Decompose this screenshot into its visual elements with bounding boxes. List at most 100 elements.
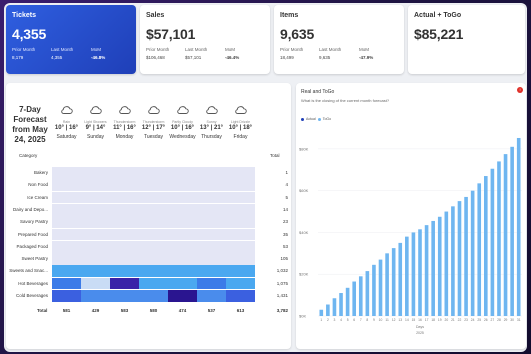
bar-actual-day-10[interactable] xyxy=(378,259,383,316)
heatmap-cell[interactable] xyxy=(110,265,139,278)
heatmap-cell[interactable] xyxy=(139,167,168,179)
heatmap-cell[interactable] xyxy=(110,277,139,290)
heatmap-cell[interactable] xyxy=(110,253,139,265)
heatmap-cell[interactable] xyxy=(81,253,110,265)
heatmap-cell[interactable] xyxy=(226,203,255,216)
heatmap-cell[interactable] xyxy=(81,179,110,192)
heatmap-cell[interactable] xyxy=(52,191,81,204)
heatmap-cell[interactable] xyxy=(52,277,81,290)
heatmap-cell[interactable] xyxy=(197,191,226,204)
bar-actual-day-3[interactable] xyxy=(332,298,337,316)
heatmap-cell[interactable] xyxy=(197,290,226,302)
heatmap-cell[interactable] xyxy=(168,277,197,290)
heatmap-cell[interactable] xyxy=(226,179,255,192)
heatmap-cell[interactable] xyxy=(52,228,81,241)
bar-actual-day-17[interactable] xyxy=(424,225,429,316)
heatmap-cell[interactable] xyxy=(168,191,197,204)
bar-actual-day-22[interactable] xyxy=(457,201,462,316)
heatmap-cell[interactable] xyxy=(81,265,110,278)
heatmap-cell[interactable] xyxy=(226,253,255,265)
bar-actual-day-11[interactable] xyxy=(385,253,389,316)
heatmap-cell[interactable] xyxy=(52,179,81,192)
heatmap-cell[interactable] xyxy=(110,203,139,216)
heatmap-cell[interactable] xyxy=(226,290,255,302)
heatmap-cell[interactable] xyxy=(110,216,139,228)
heatmap-cell[interactable] xyxy=(168,179,197,192)
heatmap-cell[interactable] xyxy=(81,240,110,253)
bar-actual-day-18[interactable] xyxy=(431,220,435,316)
bar-togo-day-28[interactable] xyxy=(497,161,501,316)
bar-actual-day-14[interactable] xyxy=(405,236,409,316)
heatmap-cell[interactable] xyxy=(110,290,139,302)
heatmap-cell[interactable] xyxy=(168,265,197,278)
heatmap-cell[interactable] xyxy=(52,203,81,216)
heatmap-cell[interactable] xyxy=(81,277,110,290)
bar-actual-day-4[interactable] xyxy=(339,293,343,316)
bar-actual-day-16[interactable] xyxy=(418,229,422,316)
kpi-card-tickets[interactable]: Tickets 4,355 Prior Month Last Month MoM… xyxy=(6,5,136,74)
heatmap-cell[interactable] xyxy=(197,253,226,265)
bar-togo-day-29[interactable] xyxy=(503,154,508,316)
bar-actual-day-19[interactable] xyxy=(437,216,442,316)
heatmap-cell[interactable] xyxy=(139,253,168,265)
bar-actual-day-20[interactable] xyxy=(444,211,449,316)
heatmap-cell[interactable] xyxy=(52,167,81,179)
heatmap-cell[interactable] xyxy=(139,290,168,302)
heatmap-cell[interactable] xyxy=(226,167,255,179)
heatmap-cell[interactable] xyxy=(110,191,139,204)
heatmap-cell[interactable] xyxy=(139,216,168,228)
heatmap-cell[interactable] xyxy=(226,191,255,204)
heatmap-cell[interactable] xyxy=(52,216,81,228)
heatmap-cell[interactable] xyxy=(226,228,255,241)
bar-togo-day-27[interactable] xyxy=(490,168,495,316)
kpi-card-sales[interactable]: Sales $57,101 Prior Month Last Month MoM… xyxy=(140,5,270,74)
kpi-card-items[interactable]: Items 9,635 Prior Month Last Month MoM 1… xyxy=(274,5,404,74)
heatmap-cell[interactable] xyxy=(197,179,226,192)
heatmap-cell[interactable] xyxy=(168,216,197,228)
bar-actual-day-12[interactable] xyxy=(391,248,396,316)
bar-actual-day-7[interactable] xyxy=(358,276,363,316)
heatmap-cell[interactable] xyxy=(139,265,168,278)
bar-actual-day-23[interactable] xyxy=(464,196,468,316)
bar-actual-day-15[interactable] xyxy=(411,232,416,316)
bar-actual-day-2[interactable] xyxy=(326,304,330,316)
heatmap-cell[interactable] xyxy=(110,240,139,253)
bar-togo-day-25[interactable] xyxy=(477,183,482,316)
heatmap-cell[interactable] xyxy=(81,203,110,216)
heatmap-cell[interactable] xyxy=(81,228,110,241)
heatmap-cell[interactable] xyxy=(81,290,110,302)
heatmap-cell[interactable] xyxy=(139,277,168,290)
heatmap-cell[interactable] xyxy=(226,277,255,290)
heatmap-cell[interactable] xyxy=(197,203,226,216)
heatmap-cell[interactable] xyxy=(168,290,197,302)
bar-actual-day-1[interactable] xyxy=(319,309,324,316)
heatmap-cell[interactable] xyxy=(197,277,226,290)
bar-togo-day-31[interactable] xyxy=(516,137,521,316)
bar-togo-day-26[interactable] xyxy=(483,176,488,316)
heatmap-cell[interactable] xyxy=(197,167,226,179)
heatmap-cell[interactable] xyxy=(110,179,139,192)
heatmap-cell[interactable] xyxy=(52,290,81,302)
heatmap-cell[interactable] xyxy=(81,167,110,179)
heatmap-cell[interactable] xyxy=(52,240,81,253)
heatmap-cell[interactable] xyxy=(139,179,168,192)
heatmap-cell[interactable] xyxy=(168,240,197,253)
heatmap-cell[interactable] xyxy=(197,228,226,241)
heatmap-cell[interactable] xyxy=(168,167,197,179)
bar-actual-day-5[interactable] xyxy=(345,287,350,316)
heatmap-cell[interactable] xyxy=(52,265,81,278)
heatmap-cell[interactable] xyxy=(226,265,255,278)
bar-actual-day-9[interactable] xyxy=(372,264,376,316)
bar-actual-day-6[interactable] xyxy=(352,281,357,316)
bar-actual-day-21[interactable] xyxy=(451,206,455,316)
heatmap-cell[interactable] xyxy=(197,240,226,253)
heatmap-cell[interactable] xyxy=(168,228,197,241)
heatmap-cell[interactable] xyxy=(197,216,226,228)
heatmap-cell[interactable] xyxy=(168,253,197,265)
bar-actual-day-8[interactable] xyxy=(365,271,370,316)
heatmap-cell[interactable] xyxy=(226,216,255,228)
kpi-card-actual-togo[interactable]: Actual + ToGo $85,221 xyxy=(408,5,525,74)
heatmap-cell[interactable] xyxy=(139,191,168,204)
heatmap-cell[interactable] xyxy=(110,228,139,241)
heatmap-cell[interactable] xyxy=(139,203,168,216)
